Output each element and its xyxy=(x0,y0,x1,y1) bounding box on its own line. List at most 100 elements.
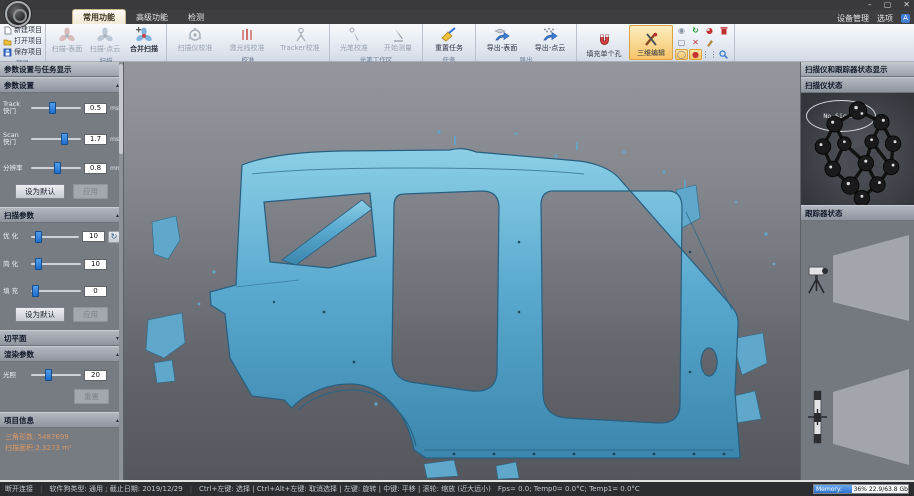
left-panel-title: 参数设置与任务显示 xyxy=(0,62,123,77)
slider-thumb[interactable] xyxy=(54,162,61,174)
resolution-slider[interactable] xyxy=(31,167,81,169)
track-shutter-label: Track 快门 xyxy=(3,101,28,116)
edit-3d-button[interactable]: 三维编辑 xyxy=(629,25,673,60)
tracker2-icon xyxy=(804,389,832,445)
ribbon-group-calibration: 扫描仪校准 激光线校准 Tracker校准 校准 xyxy=(167,24,330,61)
optimize-slider[interactable] xyxy=(31,236,79,238)
simplify-label: 简 化 xyxy=(3,261,28,268)
reset-task-button[interactable]: 重置任务 xyxy=(425,25,473,54)
set-default-button-2[interactable]: 设为默认 xyxy=(15,307,65,322)
pen-calibration-label: 光笔校准 xyxy=(340,43,368,53)
visibility-icon[interactable]: ◉ xyxy=(675,25,688,36)
delete-icon[interactable] xyxy=(717,25,730,36)
slider-thumb[interactable] xyxy=(61,133,68,145)
help-icon[interactable]: A xyxy=(901,14,910,23)
lighting-label: 光照 xyxy=(3,372,28,379)
simplify-slider[interactable] xyxy=(31,263,81,265)
maximize-button[interactable]: ▢ xyxy=(884,0,892,10)
scan-shutter-value[interactable]: 1.7 xyxy=(84,134,107,145)
ribbon-group-project: 新建项目 打开项目 保存项目 项目 xyxy=(0,24,46,61)
tab-inspection[interactable]: 检测 xyxy=(178,10,214,24)
project-info-section-label: 项目信息 xyxy=(4,415,34,426)
section-header-parameters[interactable]: 参数设置▴ xyxy=(0,77,123,93)
edit-3d-icon xyxy=(643,32,659,47)
section-header-tracker-status[interactable]: 跟踪器状态 xyxy=(801,205,914,221)
rect-select-icon[interactable]: ▢ xyxy=(675,37,688,48)
section-header-project-info[interactable]: 项目信息▴ xyxy=(0,412,123,428)
slider-thumb[interactable] xyxy=(45,369,52,381)
point-select-icon[interactable]: ● xyxy=(689,49,702,60)
tracker-calibration-button[interactable]: Tracker校准 xyxy=(273,25,327,54)
section-header-clip-plane[interactable]: 切平面▾ xyxy=(0,330,123,346)
viewport-3d[interactable] xyxy=(124,62,800,480)
export-surface-button[interactable]: 导出-表面 xyxy=(478,25,526,54)
tab-advanced-functions[interactable]: 高级功能 xyxy=(126,10,178,24)
left-panel-scrollbar[interactable] xyxy=(119,62,123,480)
list-icon[interactable]: ⋮⋮ xyxy=(703,49,716,60)
merge-scan-button[interactable]: 合并扫描 xyxy=(124,25,164,55)
resolution-value[interactable]: 0.8 xyxy=(84,163,107,174)
track-shutter-slider[interactable] xyxy=(31,107,81,109)
fill-value[interactable]: 0 xyxy=(84,286,107,297)
apply-button-2[interactable]: 应用 xyxy=(73,307,108,322)
fill-single-hole-button[interactable]: 填充单个孔 xyxy=(579,25,629,60)
close-button[interactable]: ✕ xyxy=(903,0,910,10)
apply-button[interactable]: 应用 xyxy=(73,184,108,199)
slider-thumb[interactable] xyxy=(32,285,39,297)
scan-surface-button[interactable]: 扫描-表面 xyxy=(48,25,86,55)
edit-3d-label: 三维编辑 xyxy=(637,48,665,58)
app-logo-icon[interactable] xyxy=(5,1,31,27)
fill-slider[interactable] xyxy=(31,290,81,292)
reset-render-button[interactable]: 重置 xyxy=(74,389,109,404)
lighting-value[interactable]: 20 xyxy=(84,370,107,381)
export-surface-label: 导出-表面 xyxy=(487,43,518,53)
car-body-scan-model[interactable] xyxy=(124,62,800,480)
memory-label: Memory: xyxy=(816,486,842,493)
scanner-calibration-icon xyxy=(187,27,203,42)
cancel-select-icon[interactable]: ✕ xyxy=(689,37,702,48)
start-measure-button[interactable]: 开始测量 xyxy=(376,25,420,54)
mouse-hints: Ctrl+左键: 选择 | Ctrl+Alt+左键: 取消选择 | 左键: 旋转… xyxy=(199,484,491,494)
slider-thumb[interactable] xyxy=(35,231,42,243)
triangles-value: 5487699 xyxy=(38,433,69,441)
ribbon-group-export: 导出-表面 导出-点云 导出 xyxy=(476,24,577,61)
scan-pointcloud-label: 扫描-点云 xyxy=(90,44,121,54)
menu-device-management[interactable]: 设备管理 xyxy=(837,13,869,24)
edit-pen-icon[interactable] xyxy=(703,37,716,48)
parameters-section-label: 参数设置 xyxy=(4,80,34,91)
statusbar-divider: | xyxy=(40,485,42,493)
slider-thumb[interactable] xyxy=(35,258,42,270)
scan-shutter-slider[interactable] xyxy=(31,138,81,140)
optimize-value[interactable]: 10 xyxy=(82,231,105,242)
section-header-scan-params[interactable]: 扫描参数▴ xyxy=(0,207,123,223)
telemetry-readout: Fps= 0.0; Temp0= 0.0°C; Temp1= 0.0°C xyxy=(498,485,640,493)
zoom-select-icon[interactable] xyxy=(717,49,730,60)
slider-thumb[interactable] xyxy=(49,102,56,114)
ellipse-select-icon[interactable]: ◯ xyxy=(675,49,688,60)
car-body-outline[interactable] xyxy=(210,149,740,458)
new-project-button[interactable]: 新建项目 xyxy=(3,25,42,35)
scan-pointcloud-button[interactable]: 扫描-点云 xyxy=(86,25,124,55)
laser-calibration-button[interactable]: 激光线校准 xyxy=(221,25,273,54)
tab-common-functions[interactable]: 常用功能 xyxy=(72,9,126,24)
set-default-button[interactable]: 设为默认 xyxy=(15,184,65,199)
open-project-button[interactable]: 打开项目 xyxy=(3,36,42,46)
scan-surface-label: 扫描-表面 xyxy=(52,44,83,54)
resolution-slider-row: 分辨率 0.8 mm xyxy=(0,163,123,174)
section-header-render-params[interactable]: 渲染参数▴ xyxy=(0,346,123,362)
scanner-calibration-button[interactable]: 扫描仪校准 xyxy=(169,25,221,54)
refresh-selection-icon[interactable]: ↻ xyxy=(689,25,702,36)
lighting-slider[interactable] xyxy=(31,374,81,376)
save-project-button[interactable]: 保存项目 xyxy=(3,47,42,57)
simplify-value[interactable]: 10 xyxy=(84,259,107,270)
section-header-scanner-status[interactable]: 扫描仪状态 xyxy=(801,77,914,93)
pen-calibration-button[interactable]: 光笔校准 xyxy=(332,25,376,54)
minimize-button[interactable]: – xyxy=(868,0,872,10)
scan-shutter-slider-row: Scan 快门 1.7 ms xyxy=(0,132,123,147)
track-shutter-value[interactable]: 0.5 xyxy=(84,103,107,114)
export-pointcloud-button[interactable]: 导出-点云 xyxy=(526,25,574,54)
record-icon[interactable]: ◕ xyxy=(703,25,716,36)
fill-slider-row: 填 充 0 xyxy=(0,286,123,297)
menu-options[interactable]: 选项 xyxy=(877,13,893,24)
merge-scan-icon xyxy=(135,27,153,43)
